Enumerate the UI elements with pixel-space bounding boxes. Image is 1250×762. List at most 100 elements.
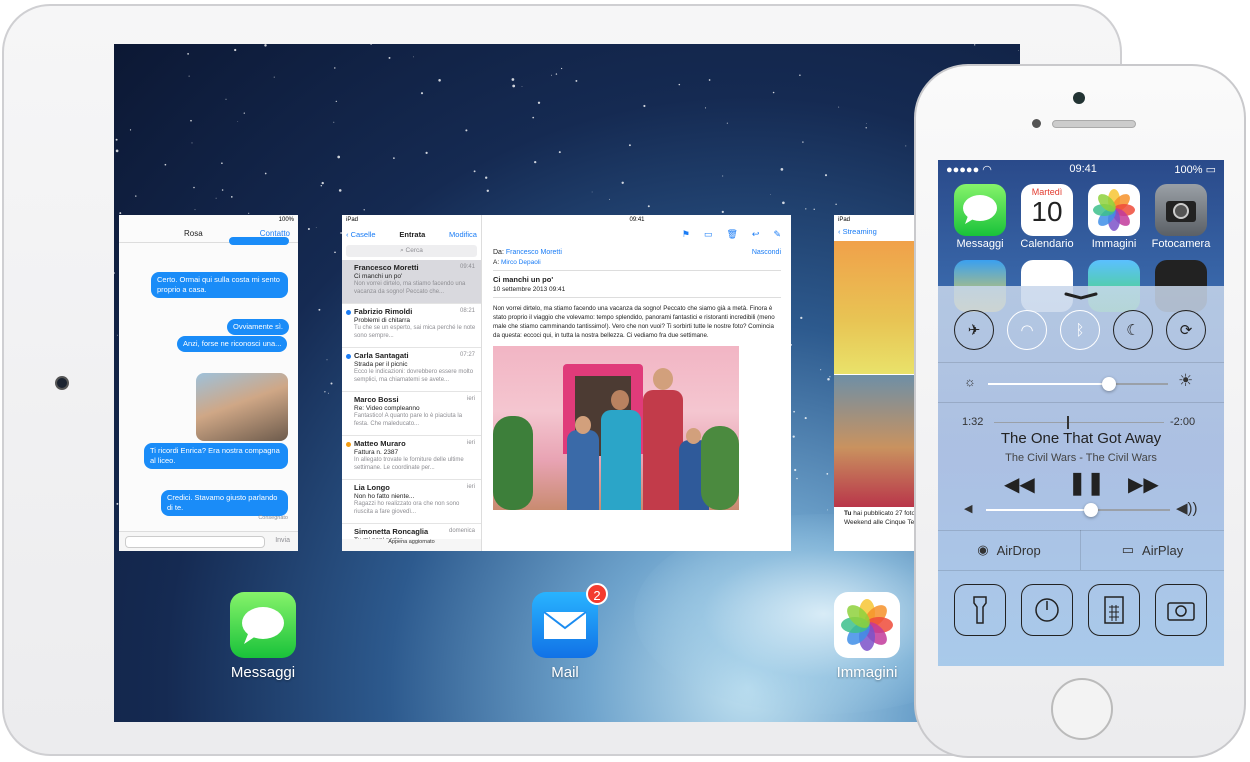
airplay-button[interactable]: ▭ AirPlay bbox=[1081, 530, 1224, 570]
streaming-back-button[interactable]: ‹ Streaming bbox=[834, 225, 924, 238]
star bbox=[335, 100, 337, 103]
star bbox=[512, 84, 516, 88]
photos-app-card[interactable]: iPad ‹ Streaming Tu hai pubblicato 27 fo… bbox=[834, 215, 924, 551]
mail-app-icon[interactable] bbox=[532, 592, 598, 658]
fast-forward-icon[interactable]: ▶▶ bbox=[1128, 472, 1159, 497]
mailboxes-back-button[interactable]: ‹ Caselle bbox=[346, 230, 376, 239]
divider bbox=[938, 402, 1224, 403]
scrubber-playhead[interactable] bbox=[1067, 416, 1070, 429]
folder-icon[interactable]: ▭ bbox=[704, 229, 713, 240]
message-bubble: Anzi, forse ne riconosci una... bbox=[177, 336, 288, 352]
star bbox=[643, 104, 646, 108]
mail-list-item[interactable]: Francesco Moretti 09:41 Ci manchi un po' No… bbox=[342, 260, 481, 304]
photo-plant bbox=[493, 416, 533, 510]
camera-app-icon[interactable] bbox=[1155, 184, 1207, 236]
mail-list-item[interactable]: Lia Longo ieri Non ho fatto niente... Ragaz… bbox=[342, 480, 481, 524]
mail-list-item[interactable]: Fabrizio Rimoldi 08:21 Problemi di chitarr… bbox=[342, 304, 481, 348]
photo-thumbnail[interactable] bbox=[834, 241, 924, 374]
star bbox=[838, 106, 840, 108]
calculator-icon[interactable] bbox=[1088, 584, 1140, 636]
photos-app-icon[interactable] bbox=[834, 592, 900, 658]
caption-name: Tu bbox=[844, 510, 852, 517]
photo-thumbnail[interactable] bbox=[834, 375, 924, 507]
chevron-handle-icon[interactable] bbox=[1064, 292, 1098, 300]
calendar-app-icon[interactable]: Martedì 10 bbox=[1021, 184, 1073, 236]
compose-icon[interactable]: ✎ bbox=[773, 229, 781, 240]
volume-knob[interactable] bbox=[1083, 503, 1098, 517]
send-button[interactable]: Invia bbox=[275, 537, 290, 544]
mail-detail-pane: 09:41 ⚑ ▭ 🗑 ↩ ✎ Da: Francesco Moretti Na… bbox=[483, 215, 791, 551]
mail-date: domenica bbox=[448, 528, 475, 534]
calendar-day: 10 bbox=[1031, 196, 1063, 227]
rotation-lock-icon[interactable]: ⟳ bbox=[1166, 310, 1206, 350]
airplane-icon[interactable]: ✈ bbox=[954, 310, 994, 350]
device-label: iPad bbox=[838, 217, 851, 223]
mail-list-pane: iPad ‹ Caselle Entrata Modifica ⌕ Cerca … bbox=[342, 215, 482, 551]
star bbox=[129, 129, 132, 131]
star bbox=[591, 191, 593, 193]
divider bbox=[493, 297, 781, 298]
home-button[interactable] bbox=[1051, 678, 1113, 740]
messages-app-icon[interactable] bbox=[230, 592, 296, 658]
mail-message-list: Francesco Moretti 09:41 Ci manchi un po' No… bbox=[342, 260, 481, 544]
iphone-status-bar: ●●●●● ◠ 09:41 100% ▭ bbox=[938, 160, 1224, 178]
hide-button[interactable]: Nascondi bbox=[752, 249, 781, 256]
messages-app-icon[interactable] bbox=[954, 184, 1006, 236]
status-bar: 100% bbox=[119, 215, 298, 225]
to-recipient[interactable]: Mirco Depaoli bbox=[501, 259, 541, 266]
rewind-icon[interactable]: ◀◀ bbox=[1004, 472, 1035, 497]
mail-preview: Non vorrei dirtelo, ma stiamo facendo un… bbox=[354, 281, 466, 295]
scrubber[interactable] bbox=[994, 416, 1164, 429]
mail-list-item[interactable]: Matteo Muraro ieri Fattura n. 2387 In alleg… bbox=[342, 436, 481, 480]
mail-date: 08:21 bbox=[459, 308, 475, 314]
bluetooth-icon[interactable]: ᛒ bbox=[1060, 310, 1100, 350]
mail-app-card[interactable]: iPad ‹ Caselle Entrata Modifica ⌕ Cerca … bbox=[342, 215, 791, 551]
star bbox=[330, 382, 333, 385]
search-placeholder: Cerca bbox=[405, 247, 423, 254]
iphone-device: ●●●●● ◠ 09:41 100% ▭ Messaggi Martedì 10… bbox=[914, 64, 1246, 758]
mail-list-item[interactable]: Carla Santagati 07:27 Strada per il picnic… bbox=[342, 348, 481, 392]
star bbox=[194, 209, 196, 211]
photo-message[interactable] bbox=[196, 373, 288, 441]
signal-icon: ●●●●● ◠ bbox=[946, 163, 992, 176]
song-title: The One That Got Away bbox=[1000, 430, 1162, 447]
trash-icon[interactable]: 🗑 bbox=[726, 229, 737, 240]
airplay-label: AirPlay bbox=[1142, 542, 1184, 558]
mail-preview: In allegato trovate le forniture delle u… bbox=[354, 457, 464, 471]
messages-app-card[interactable]: 100% Rosa Contatto Certo. Ormai qui sull… bbox=[119, 215, 298, 551]
message-bubble: Ovviamente sì. bbox=[227, 319, 290, 335]
airdrop-icon: ◉ bbox=[977, 542, 989, 557]
flag-icon[interactable]: ⚑ bbox=[682, 229, 690, 240]
photo-caption: Tu hai pubblicato 27 foto Weekend alle C… bbox=[844, 509, 922, 527]
message-bubble-partial bbox=[229, 237, 289, 245]
photos-app-icon[interactable] bbox=[1088, 184, 1140, 236]
timer-icon[interactable] bbox=[1021, 584, 1073, 636]
edit-button[interactable]: Modifica bbox=[449, 230, 477, 239]
reply-icon[interactable]: ↩ bbox=[752, 229, 760, 240]
mail-list-item[interactable]: Marco Bossi ieri Re: Video compleanno Fanta… bbox=[342, 392, 481, 436]
star bbox=[190, 119, 192, 122]
photos-flower-icon bbox=[841, 599, 893, 651]
wifi-icon[interactable]: ◠ bbox=[1007, 310, 1047, 350]
airdrop-button[interactable]: ◉ AirDrop bbox=[938, 530, 1081, 570]
star bbox=[534, 160, 537, 164]
mail-subject: Problemi di chitarra bbox=[354, 317, 410, 324]
family-photo[interactable] bbox=[493, 346, 739, 510]
proximity-sensor bbox=[1032, 119, 1041, 128]
moon-icon[interactable]: ☾ bbox=[1113, 310, 1153, 350]
pause-icon[interactable]: ❚❚ bbox=[1068, 470, 1105, 496]
star bbox=[793, 410, 795, 413]
volume-slider[interactable] bbox=[986, 503, 1170, 517]
flashlight-icon[interactable] bbox=[954, 584, 1006, 636]
camera-icon[interactable] bbox=[1155, 584, 1207, 636]
photo-person bbox=[643, 390, 683, 510]
brightness-slider[interactable] bbox=[988, 377, 1168, 391]
brightness-knob[interactable] bbox=[1101, 377, 1116, 391]
star bbox=[164, 163, 167, 166]
mail-subject: Re: Video compleanno bbox=[354, 405, 420, 412]
message-input[interactable] bbox=[125, 536, 265, 548]
photos-flower-icon bbox=[1093, 189, 1135, 231]
search-field[interactable]: ⌕ Cerca bbox=[346, 245, 477, 257]
from-sender[interactable]: Francesco Moretti bbox=[506, 249, 562, 256]
photo-plant bbox=[701, 426, 739, 510]
